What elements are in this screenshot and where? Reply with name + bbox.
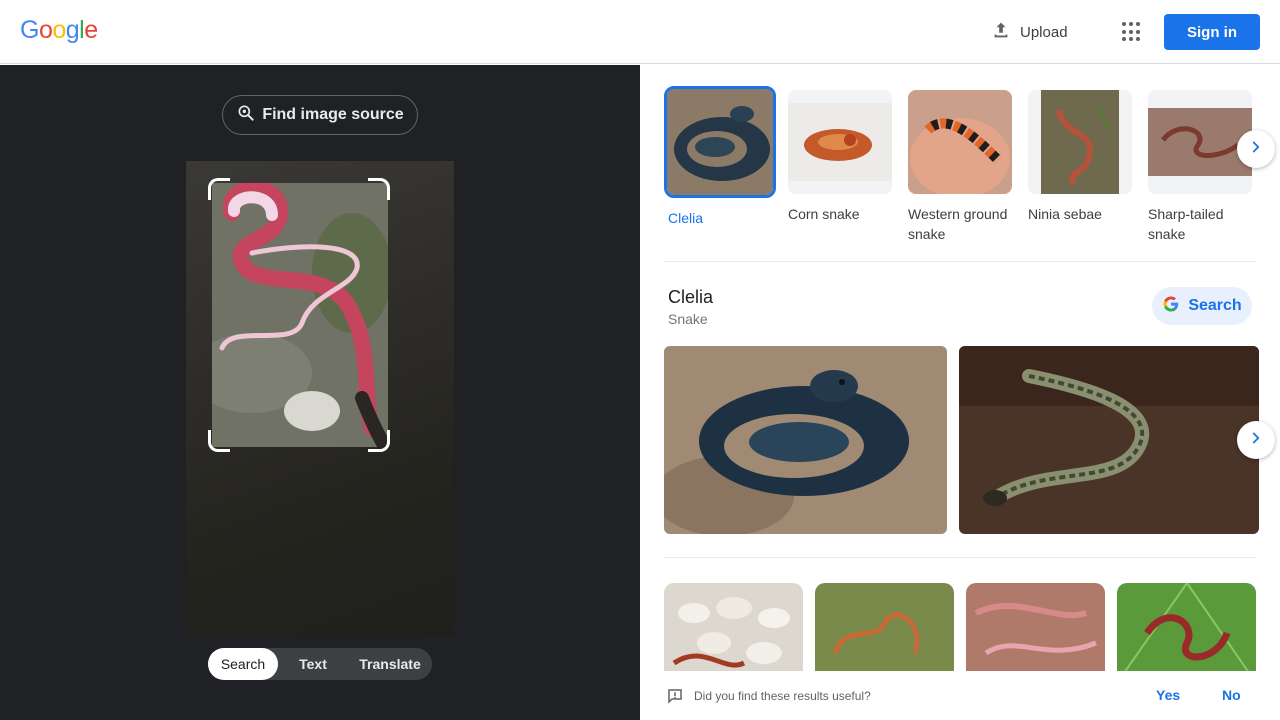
entity-label: Sharp-tailed snake — [1148, 206, 1224, 242]
entity-chip[interactable]: Sharp-tailed snake — [1148, 90, 1258, 244]
entity-chip[interactable]: Ninia sebae — [1028, 90, 1138, 224]
sign-in-button[interactable]: Sign in — [1164, 14, 1260, 50]
tab-translate[interactable]: Translate — [348, 648, 432, 680]
logo-letter: o — [38, 16, 53, 44]
upload-label: Upload — [1020, 23, 1068, 41]
entity-chip[interactable]: Clelia — [664, 86, 778, 228]
lens-mode-switcher: Search Text Translate — [208, 648, 432, 680]
feedback-question: Did you find these results useful? — [694, 689, 871, 703]
knowledge-subtitle: Snake — [668, 311, 708, 327]
divider — [664, 261, 1256, 262]
top-bar: Google Upload Sign in — [0, 0, 1280, 64]
entity-thumbnail — [664, 86, 776, 198]
result-image[interactable] — [664, 346, 947, 534]
chevron-right-icon — [1247, 429, 1265, 452]
result-image[interactable] — [1117, 583, 1256, 683]
entity-label: Corn snake — [788, 206, 860, 222]
image-preview-pane: Find image source Search Text Translate — [0, 65, 640, 720]
logo-letter: e — [84, 16, 98, 44]
entity-thumbnail — [788, 90, 892, 194]
upload-button[interactable]: Upload — [990, 18, 1068, 46]
google-search-button[interactable]: Search — [1152, 287, 1252, 325]
entity-chip[interactable]: Corn snake — [788, 90, 898, 224]
carousel-next-button[interactable] — [1237, 421, 1275, 459]
entity-label: Ninia sebae — [1028, 206, 1102, 222]
entity-thumbnail — [1028, 90, 1132, 194]
find-image-source-button[interactable]: Find image source — [222, 95, 418, 135]
entity-thumbnail — [1148, 90, 1252, 194]
entity-label: Western ground snake — [908, 206, 1008, 242]
crop-handle-bottom-right[interactable] — [368, 430, 390, 452]
knowledge-title: Clelia — [668, 287, 714, 307]
feedback-no-button[interactable]: No — [1222, 687, 1241, 703]
entity-label: Clelia — [668, 210, 704, 226]
tab-text[interactable]: Text — [278, 648, 348, 680]
divider — [664, 557, 1256, 558]
logo-letter: o — [52, 16, 66, 44]
crop-handle-bottom-left[interactable] — [208, 430, 230, 452]
google-g-icon — [1162, 295, 1180, 318]
uploaded-image — [186, 161, 454, 636]
entity-thumbnail — [908, 90, 1012, 194]
apps-grid-icon[interactable] — [1120, 20, 1144, 44]
entity-carousel: Clelia Corn snake Western ground snake N… — [664, 86, 1264, 250]
tab-search[interactable]: Search — [208, 648, 278, 680]
result-image[interactable] — [664, 583, 803, 683]
crop-handle-top-left[interactable] — [208, 178, 230, 200]
logo-letter: G — [20, 16, 39, 44]
entity-chip[interactable]: Western ground snake — [908, 90, 1018, 244]
find-image-source-label: Find image source — [262, 106, 404, 123]
chevron-right-icon — [1247, 138, 1265, 161]
crop-handle-top-right[interactable] — [368, 178, 390, 200]
logo-letter: g — [65, 16, 80, 44]
results-pane: Clelia Corn snake Western ground snake N… — [640, 65, 1280, 720]
result-image[interactable] — [959, 346, 1259, 534]
result-image[interactable] — [815, 583, 954, 683]
google-logo[interactable]: Google — [20, 16, 98, 45]
feedback-icon — [666, 687, 684, 705]
feedback-bar: Did you find these results useful? Yes N… — [640, 671, 1280, 720]
lens-search-icon — [236, 103, 256, 128]
result-image[interactable] — [966, 583, 1105, 683]
upload-icon — [990, 19, 1012, 45]
search-label: Search — [1188, 297, 1242, 314]
crop-region[interactable] — [212, 183, 388, 447]
carousel-next-button[interactable] — [1237, 130, 1275, 168]
feedback-yes-button[interactable]: Yes — [1156, 687, 1180, 703]
